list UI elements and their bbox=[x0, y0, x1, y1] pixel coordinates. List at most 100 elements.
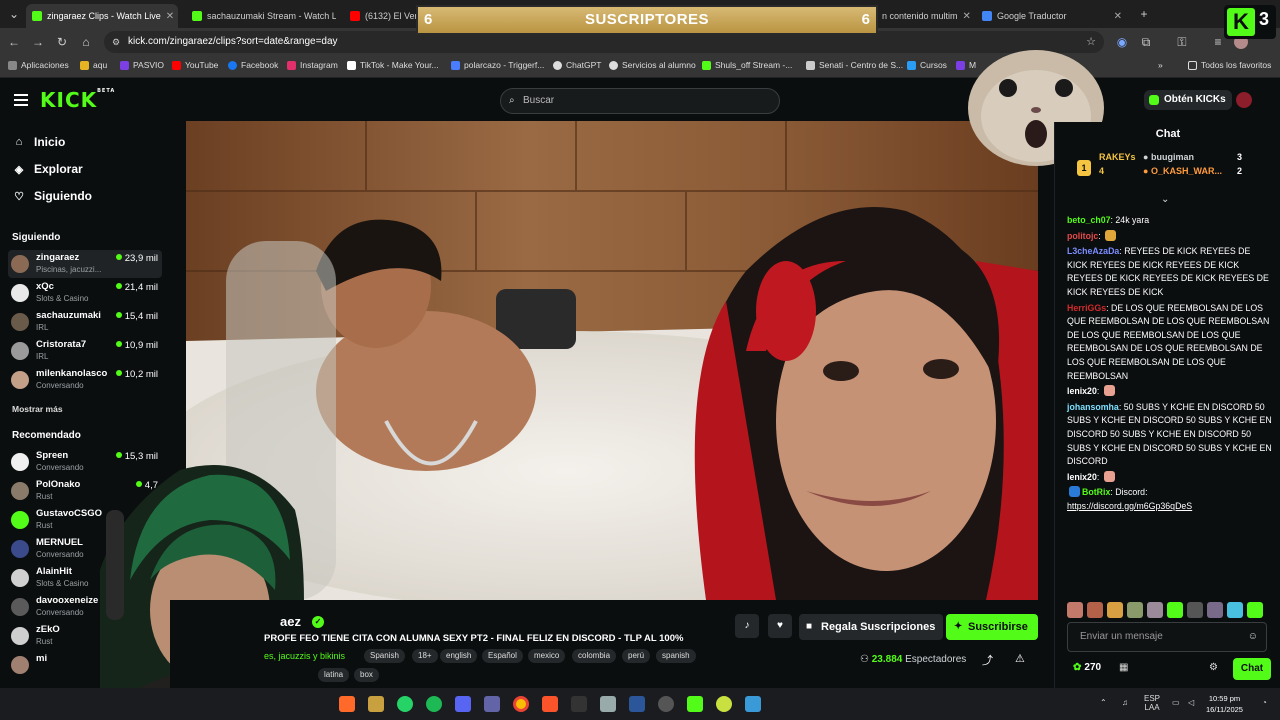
bookmark-item[interactable]: Aplicaciones bbox=[8, 60, 69, 70]
nav-explorar[interactable]: ◈ Explorar bbox=[12, 162, 83, 176]
emote-icon[interactable] bbox=[1067, 602, 1083, 618]
emote-icon[interactable] bbox=[1227, 602, 1243, 618]
share-icon[interactable]: ⤴ bbox=[982, 652, 993, 668]
network-icon[interactable]: ▭ bbox=[1172, 698, 1180, 707]
bookmark-item[interactable]: Servicios al alumno bbox=[609, 60, 696, 70]
app-icon[interactable] bbox=[716, 696, 732, 712]
chrome-icon[interactable] bbox=[513, 696, 529, 712]
sidebar-channel-milenkanolasco[interactable]: milenkanolasco Conversando 10,2 mil bbox=[8, 366, 162, 394]
notifications-bell-icon[interactable]: ♪ bbox=[735, 614, 759, 638]
tab-multimedia[interactable]: n contenido multim ✕ bbox=[876, 4, 970, 28]
bookmark-item[interactable]: YouTube bbox=[172, 60, 218, 70]
new-tab-icon[interactable]: + bbox=[1136, 6, 1152, 22]
bookmark-item[interactable]: ChatGPT bbox=[553, 60, 601, 70]
more-bookmarks-icon[interactable]: » bbox=[1158, 60, 1163, 70]
tag[interactable]: mexico bbox=[528, 649, 566, 663]
bookmark-item[interactable]: TikTok - Make Your... bbox=[347, 60, 439, 70]
spotify-icon[interactable] bbox=[426, 696, 442, 712]
tag[interactable]: 18+ bbox=[412, 649, 438, 663]
tag[interactable]: latina bbox=[318, 668, 350, 682]
discord-link[interactable]: https://discord.gg/m6Gp36qDeS bbox=[1067, 501, 1192, 511]
report-icon[interactable]: ⚠ bbox=[1015, 652, 1025, 665]
tag[interactable]: colombia bbox=[572, 649, 617, 663]
emote-icon[interactable] bbox=[1147, 602, 1163, 618]
sidebar-channel-sachauzumaki[interactable]: sachauzumaki IRL 15,4 mil bbox=[8, 308, 162, 336]
emote-icon[interactable] bbox=[1087, 602, 1103, 618]
tag[interactable]: Español bbox=[482, 649, 523, 663]
tab-close-icon[interactable]: ✕ bbox=[166, 11, 174, 22]
channel-points[interactable]: ✿ 270 bbox=[1073, 662, 1101, 673]
tab-sachauzumaki[interactable]: sachauzumaki Stream - Watch L ✕ bbox=[186, 4, 336, 28]
kick-app-icon[interactable] bbox=[687, 696, 703, 712]
tag[interactable]: perú bbox=[622, 649, 651, 663]
volume-icon[interactable]: ◁ bbox=[1188, 698, 1194, 707]
system-clock[interactable]: 10:59 pm 16/11/2025 bbox=[1206, 693, 1243, 715]
emoji-icon[interactable]: ☺ bbox=[1248, 623, 1258, 651]
emote-icon[interactable] bbox=[1127, 602, 1143, 618]
notifications-icon[interactable]: ◔ bbox=[1262, 698, 1267, 707]
app-icon[interactable] bbox=[368, 696, 384, 712]
bookmark-item[interactable]: polarcazo - Triggerf... bbox=[451, 60, 544, 70]
expand-leaderboard-icon[interactable]: ⌄ bbox=[1161, 194, 1169, 205]
bookmark-item[interactable]: aqu bbox=[80, 60, 107, 70]
discord-icon[interactable] bbox=[455, 696, 471, 712]
home-icon[interactable]: ⌂ bbox=[78, 34, 94, 50]
settings-gear-icon[interactable]: ⚙ bbox=[1209, 662, 1218, 673]
bookmark-item[interactable]: Instagram bbox=[287, 60, 338, 70]
sidebar-channel-cristorata7[interactable]: Cristorata7 IRL 10,9 mil bbox=[8, 337, 162, 365]
tag[interactable]: spanish bbox=[656, 649, 696, 663]
app-icon[interactable] bbox=[600, 696, 616, 712]
kick-logo[interactable]: KICKBETA bbox=[40, 88, 115, 112]
emote-icon[interactable] bbox=[1247, 602, 1263, 618]
sidebar-channel-zingaraez[interactable]: zingaraez Piscinas, jacuzzi... 23,9 mil bbox=[8, 250, 162, 278]
site-info-icon[interactable]: ⚙ bbox=[112, 31, 120, 53]
tab-close-icon[interactable]: ✕ bbox=[1114, 11, 1122, 22]
menu-icon[interactable] bbox=[14, 94, 28, 106]
show-more-link[interactable]: Mostrar más bbox=[12, 404, 63, 414]
emote-icon[interactable] bbox=[1207, 602, 1223, 618]
whatsapp-icon[interactable] bbox=[397, 696, 413, 712]
bookmark-item[interactable]: Senati - Centro de S... bbox=[806, 60, 903, 70]
all-favorites-folder[interactable]: Todos los favoritos bbox=[1188, 60, 1271, 70]
tab-google-translate[interactable]: Google Traductor ✕ bbox=[976, 4, 1128, 28]
obs-icon[interactable] bbox=[658, 696, 674, 712]
bookmark-item[interactable]: Facebook bbox=[228, 60, 278, 70]
tab-youtube[interactable]: (6132) El Vena bbox=[344, 4, 416, 28]
tab-close-icon[interactable]: ✕ bbox=[963, 11, 970, 22]
teams-icon[interactable] bbox=[484, 696, 500, 712]
back-icon[interactable]: ← bbox=[6, 34, 22, 50]
reload-icon[interactable]: ↻ bbox=[54, 34, 70, 50]
search-input[interactable]: ⌕ Buscar bbox=[500, 88, 780, 114]
chat-input[interactable]: Enviar un mensaje ☺ bbox=[1067, 622, 1267, 652]
tag[interactable]: box bbox=[354, 668, 379, 682]
follow-heart-icon[interactable]: ♥ bbox=[768, 614, 792, 638]
channel-name[interactable]: aez bbox=[280, 614, 301, 629]
app-icon[interactable] bbox=[339, 696, 355, 712]
leader-name[interactable]: ● buugiman bbox=[1143, 152, 1194, 162]
epic-games-icon[interactable] bbox=[571, 696, 587, 712]
notepad-icon[interactable] bbox=[745, 696, 761, 712]
tag[interactable]: english bbox=[440, 649, 478, 663]
leader-name[interactable]: ● O_KASH_WAR... bbox=[1143, 166, 1222, 176]
key-icon[interactable]: ⚿ bbox=[1174, 34, 1190, 50]
tab-zingaraez[interactable]: zingaraez Clips - Watch Live ✕ bbox=[26, 4, 178, 28]
brave-icon[interactable] bbox=[542, 696, 558, 712]
bookmark-item[interactable]: Cursos bbox=[907, 60, 947, 70]
emote-icon[interactable] bbox=[1107, 602, 1123, 618]
leader-name[interactable]: RAKEYs bbox=[1099, 152, 1136, 162]
tag[interactable]: Spanish bbox=[364, 649, 405, 663]
emote-icon[interactable] bbox=[1187, 602, 1203, 618]
subscribe-button[interactable]: ✦ Suscribirse bbox=[946, 614, 1038, 640]
microphone-icon[interactable]: ♫ bbox=[1122, 698, 1128, 707]
word-icon[interactable] bbox=[629, 696, 645, 712]
forward-icon[interactable]: → bbox=[30, 34, 46, 50]
nav-siguiendo[interactable]: ♡ Siguiendo bbox=[12, 189, 92, 203]
user-avatar[interactable] bbox=[1236, 92, 1252, 108]
emote-icon[interactable] bbox=[1167, 602, 1183, 618]
video-player[interactable] bbox=[186, 121, 1038, 600]
extensions-puzzle-icon[interactable]: ⧉ bbox=[1138, 34, 1154, 50]
tray-expand-icon[interactable]: ⌃ bbox=[1100, 698, 1107, 707]
stream-category[interactable]: es, jacuzzis y bikinis bbox=[264, 651, 345, 661]
gift-subs-button[interactable]: ■ Regala Suscripciones bbox=[799, 614, 944, 640]
bookmark-item[interactable]: PASVIO bbox=[120, 60, 164, 70]
